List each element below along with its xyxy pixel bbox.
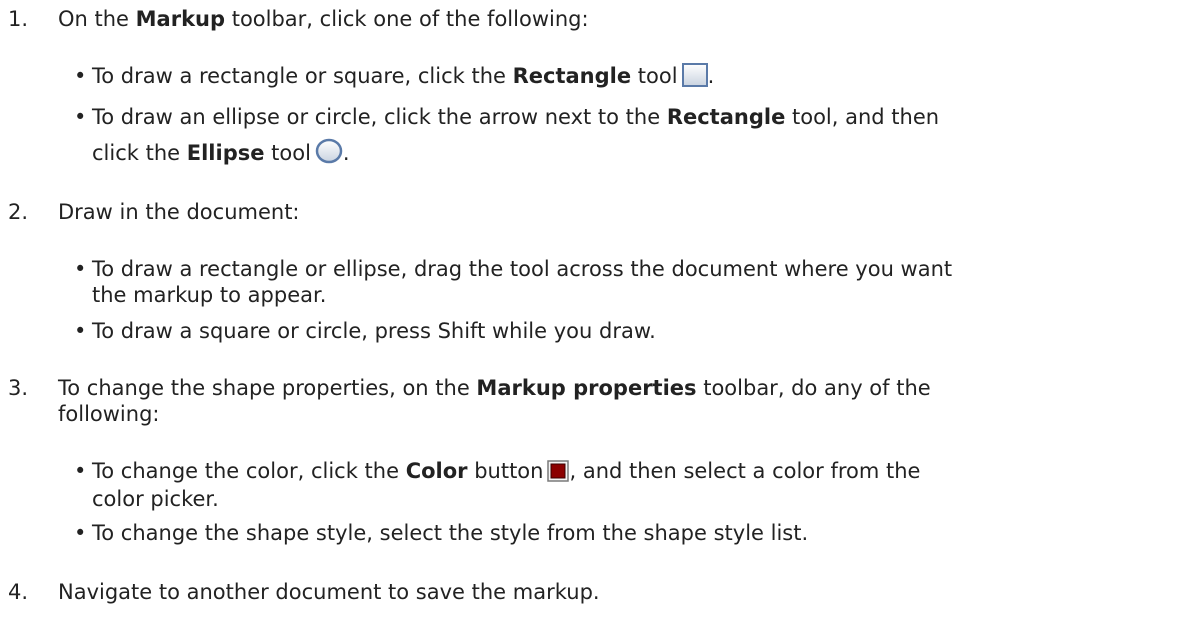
bullet: • [74, 105, 87, 129]
step-number: 2. [8, 200, 29, 224]
bullet: • [74, 521, 87, 545]
ellipse-tool-icon [315, 138, 343, 164]
instructions-page: 1. On the Markup toolbar, click one of t… [0, 0, 1195, 634]
color-button-icon [547, 460, 570, 482]
step-1-text: On the Markup toolbar, click one of the … [58, 7, 589, 31]
bullet: • [74, 257, 87, 281]
markup-toolbar-name: Markup [135, 7, 226, 31]
bullet: • [74, 459, 87, 483]
step-number: 3. [8, 376, 29, 400]
step-number: 4. [8, 580, 29, 604]
step-2-text: Draw in the document: [58, 200, 300, 224]
bullet: • [74, 319, 87, 343]
markup-properties-toolbar-name: Markup properties [476, 376, 697, 400]
step-number: 1. [8, 7, 29, 31]
bullet: • [74, 64, 87, 88]
step-4-text: Navigate to another document to save the… [58, 580, 600, 604]
rectangle-tool-icon [681, 63, 708, 87]
